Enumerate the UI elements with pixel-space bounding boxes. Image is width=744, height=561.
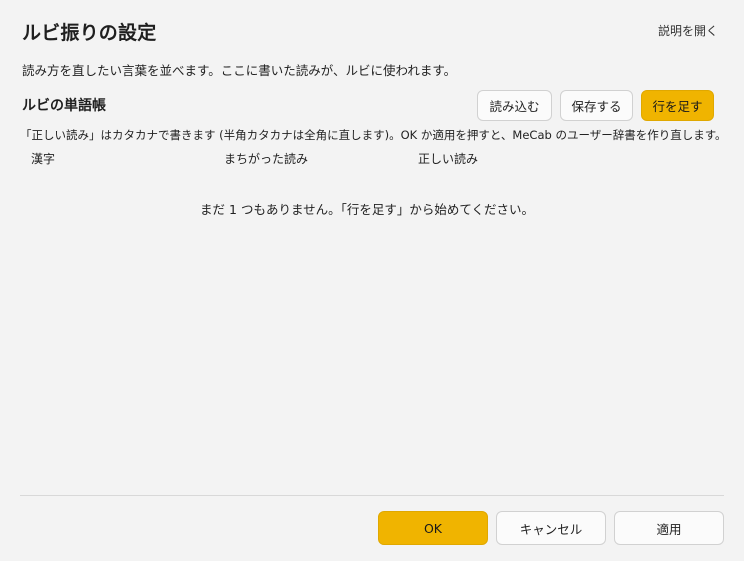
footer-divider [20,495,724,496]
katakana-note: 「正しい読み」はカタカナで書きます (半角カタカナは全角に直します)。OK か適… [20,128,727,142]
column-header-correct-reading: 正しい読み [418,152,479,166]
empty-table-message: まだ 1 つもありません。「行を足す」から始めてください。 [200,202,534,217]
add-row-button[interactable]: 行を足す [641,90,714,121]
cancel-button[interactable]: キャンセル [496,511,606,545]
apply-button[interactable]: 適用 [614,511,724,545]
dialog-description: 読み方を直したい言葉を並べます。ここに書いた読みが、ルビに使われます。 [22,63,457,78]
dialog-title: ルビ振りの設定 [22,22,157,44]
save-button[interactable]: 保存する [560,90,633,121]
column-header-wrong-reading: まちがった読み [224,152,309,166]
column-header-kanji: 漢字 [31,152,56,166]
load-button[interactable]: 読み込む [477,90,552,121]
dictionary-section-title: ルビの単語帳 [22,98,106,114]
help-link[interactable]: 説明を開く [658,22,718,39]
ok-button[interactable]: OK [378,511,488,545]
